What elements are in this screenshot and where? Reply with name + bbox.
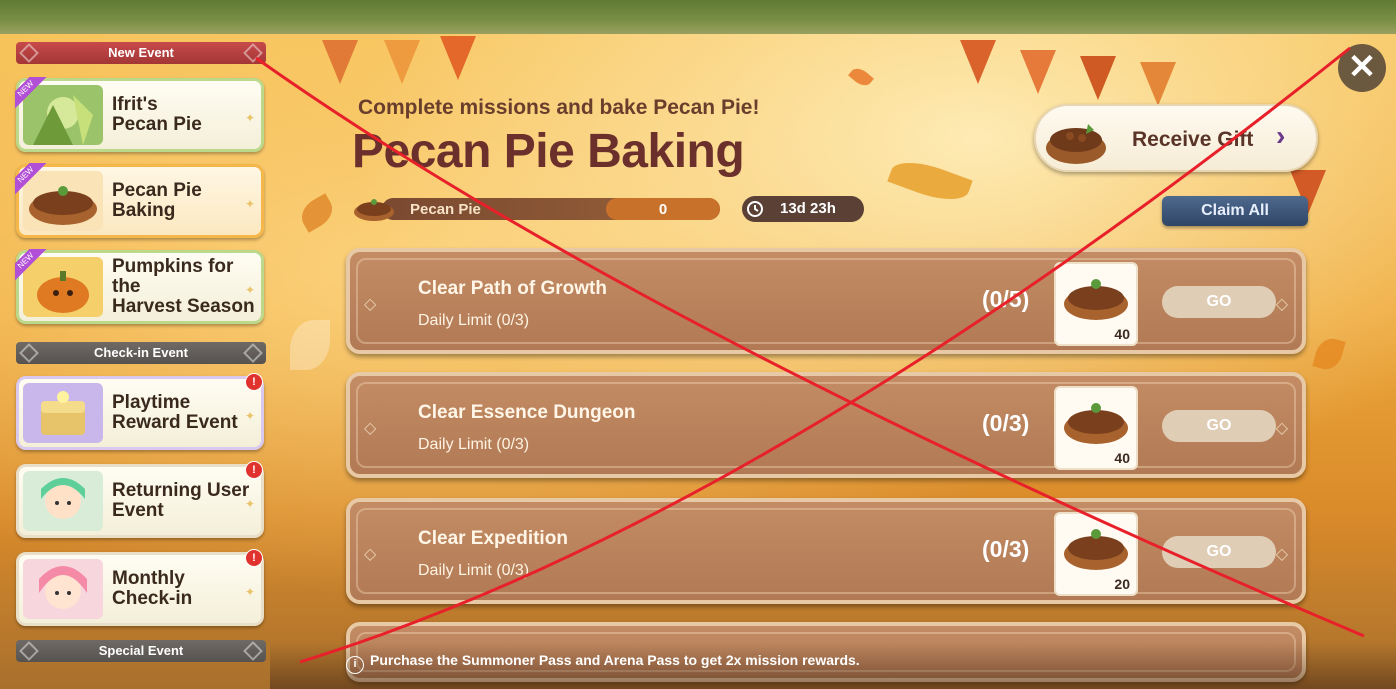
sidebar-item-pumpkins-harvest[interactable]: NEW Pumpkins for the Harvest Season ✦ xyxy=(15,249,264,324)
mission-progress: (0/3) xyxy=(982,410,1030,436)
sidebar-item-playtime-reward[interactable]: ! Playtime Reward Event ✦ xyxy=(16,373,264,450)
treasure-chest-thumbnail xyxy=(23,383,103,443)
sidebar-item-monthly-checkin[interactable]: ! Monthly Check-in ✦ xyxy=(16,549,264,626)
mission-card-essence-dungeon: ◇ ◇ Clear Essence Dungeon Daily Limit (0… xyxy=(346,372,1306,478)
mission-progress: (0/3) xyxy=(982,536,1030,562)
timer-value: 13d 23h xyxy=(780,200,836,217)
reward-slot[interactable]: 20 xyxy=(1054,512,1138,596)
sidebar-item-pecan-pie-baking[interactable]: NEW Pecan Pie Baking ✦ xyxy=(15,163,264,238)
currency-name: Pecan Pie xyxy=(410,201,481,218)
diamond-ornament-icon: ◇ xyxy=(364,296,377,313)
category-label: Check-in Event xyxy=(94,345,188,360)
reward-quantity: 20 xyxy=(1114,576,1130,592)
category-header-new-event: New Event xyxy=(16,42,266,64)
claim-all-button[interactable]: Claim All xyxy=(1162,196,1308,226)
go-button[interactable]: GO xyxy=(1162,286,1276,318)
mission-daily-limit: Daily Limit (0/3) xyxy=(418,562,530,579)
mission-daily-limit: Daily Limit (0/3) xyxy=(418,436,530,453)
pink-hair-character-thumbnail xyxy=(23,559,103,619)
reward-quantity: 40 xyxy=(1114,450,1130,466)
mission-title: Clear Essence Dungeon xyxy=(418,402,636,423)
pecan-pie-icon xyxy=(354,199,394,221)
event-background: New Event NEW Ifrit's Pecan Pie ✦ NEW Pe… xyxy=(0,0,1396,689)
category-label: New Event xyxy=(108,45,174,60)
footer-note-text: Purchase the Summoner Pass and Arena Pas… xyxy=(370,652,860,668)
sidebar-item-label: Returning User Event xyxy=(112,480,250,521)
bunting-flag xyxy=(1020,50,1056,94)
chevron-right-icon: › xyxy=(1276,120,1286,151)
category-label: Special Event xyxy=(98,643,184,658)
sidebar-item-label: Pecan Pie Baking xyxy=(112,180,202,221)
pie-basket-icon xyxy=(1046,124,1106,164)
background-glow xyxy=(290,320,330,370)
event-subtitle: Complete missions and bake Pecan Pie! xyxy=(358,96,760,119)
sidebar-item-label: Pumpkins for the Harvest Season xyxy=(112,256,255,317)
info-icon: i xyxy=(346,656,364,674)
new-badge: NEW xyxy=(15,77,49,111)
sparkle-icon: ✦ xyxy=(244,497,255,511)
bunting-flag xyxy=(440,36,476,80)
mission-card-path-of-growth: ◇ ◇ Clear Path of Growth Daily Limit (0/… xyxy=(346,248,1306,354)
diamond-ornament-icon: ◇ xyxy=(364,546,377,563)
mission-progress: (0/5) xyxy=(982,286,1030,312)
diamond-ornament-icon: ◇ xyxy=(364,420,377,437)
diamond-ornament-icon: ◇ xyxy=(1275,420,1288,437)
mission-title: Clear Path of Growth xyxy=(418,278,607,299)
mission-daily-limit: Daily Limit (0/3) xyxy=(418,312,530,329)
clock-icon xyxy=(747,201,763,217)
sidebar-item-label: Ifrit's Pecan Pie xyxy=(112,94,202,135)
top-foliage-strip xyxy=(0,0,1396,34)
bunting-flag xyxy=(384,40,420,84)
new-badge: NEW xyxy=(15,163,49,197)
go-button[interactable]: GO xyxy=(1162,536,1276,568)
sparkle-icon: ✦ xyxy=(244,111,255,125)
reward-slot[interactable]: 40 xyxy=(1054,386,1138,470)
reward-quantity: 40 xyxy=(1114,326,1130,342)
go-button[interactable]: GO xyxy=(1162,410,1276,442)
autumn-leaf xyxy=(848,64,874,90)
sidebar-item-returning-user[interactable]: ! Returning User Event ✦ xyxy=(16,461,264,538)
bunting-flag xyxy=(322,40,358,84)
diamond-ornament-icon: ◇ xyxy=(1275,546,1288,563)
sparkle-icon: ✦ xyxy=(244,283,255,297)
green-hair-character-thumbnail xyxy=(23,471,103,531)
pecan-pie-reward-icon xyxy=(1064,529,1128,570)
sidebar-item-ifrits-pecan-pie[interactable]: NEW Ifrit's Pecan Pie ✦ xyxy=(15,77,264,152)
close-button[interactable]: ✕ xyxy=(1338,44,1386,92)
pecan-pie-reward-icon xyxy=(1064,279,1128,320)
currency-value: 0 xyxy=(658,201,668,218)
bunting-flag xyxy=(960,40,996,84)
sparkle-icon: ✦ xyxy=(244,409,255,423)
category-header-special-event: Special Event xyxy=(16,640,266,662)
sparkle-icon: ✦ xyxy=(244,585,255,599)
autumn-leaf xyxy=(1312,335,1346,373)
mission-title: Clear Expedition xyxy=(418,528,568,549)
event-sidebar: New Event NEW Ifrit's Pecan Pie ✦ NEW Pe… xyxy=(12,38,270,689)
new-badge: NEW xyxy=(15,249,49,283)
bunting-flag xyxy=(1140,62,1176,106)
category-header-checkin-event: Check-in Event xyxy=(16,342,266,364)
sparkle-icon: ✦ xyxy=(244,197,255,211)
pecan-pie-reward-icon xyxy=(1064,403,1128,444)
receive-gift-label: Receive Gift xyxy=(1132,128,1254,151)
sidebar-item-label: Playtime Reward Event xyxy=(112,392,238,433)
diamond-ornament-icon: ◇ xyxy=(1275,296,1288,313)
mission-card-expedition: ◇ ◇ Clear Expedition Daily Limit (0/3) (… xyxy=(346,498,1306,604)
pecan-pie-currency-bar: Pecan Pie 0 xyxy=(352,196,720,222)
sidebar-item-label: Monthly Check-in xyxy=(112,568,193,609)
reward-slot[interactable]: 40 xyxy=(1054,262,1138,346)
bunting-flag xyxy=(1080,56,1116,100)
footer-note: i Purchase the Summoner Pass and Arena Pa… xyxy=(346,652,860,674)
event-timer: 13d 23h xyxy=(742,196,864,222)
autumn-leaf xyxy=(295,193,339,233)
receive-gift-button[interactable]: Receive Gift › xyxy=(1034,104,1318,172)
autumn-leaf xyxy=(887,153,973,209)
event-title: Pecan Pie Baking xyxy=(352,125,745,178)
